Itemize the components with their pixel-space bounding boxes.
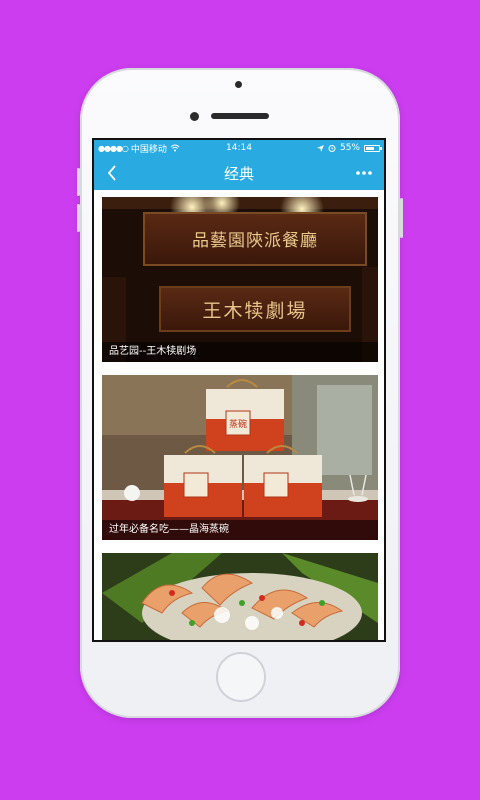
page-title: 经典	[223, 164, 254, 183]
alarm-icon	[328, 145, 336, 152]
article-card-shrimp-dish[interactable]	[102, 553, 378, 640]
gift-box-image: 蒸碗	[102, 375, 378, 540]
more-dots-icon	[356, 171, 372, 175]
card-caption: 品艺园--王木犊剧场	[102, 342, 378, 362]
location-arrow-icon	[316, 144, 324, 152]
home-button[interactable]	[216, 652, 266, 702]
earpiece-speaker	[211, 113, 269, 119]
battery-icon	[364, 144, 382, 152]
article-card-steamed-bowl[interactable]: 蒸碗 过年必备名吃——晶海蒸碗	[102, 375, 378, 540]
shrimp-dish-image	[102, 553, 378, 640]
article-card-theatre[interactable]: 品藝園陝派餐廳 王木犊劇場 品艺园--王木犊剧场	[102, 197, 378, 362]
chevron-left-icon	[107, 165, 116, 181]
card-caption: 过年必备名吃——晶海蒸碗	[102, 520, 378, 540]
volume-up-button	[77, 168, 80, 196]
app-screen: ●●●●○ 中国移动 14:14 55% 经典 品藝園陝派餐廳 王木犊劇場 品艺…	[92, 138, 386, 642]
battery-percent: 55%	[339, 143, 360, 153]
signboard-top-text: 品藝園陝派餐廳	[192, 231, 318, 251]
card-list: 品藝園陝派餐廳 王木犊劇場 品艺园--王木犊剧场 蒸碗 过年必备名吃——晶海蒸碗	[94, 190, 384, 640]
theatre-signboard-image: 品藝園陝派餐廳 王木犊劇場	[102, 197, 378, 362]
status-bar: ●●●●○ 中国移动 14:14 55%	[94, 140, 384, 156]
navigation-bar: 经典	[94, 156, 384, 190]
more-button[interactable]	[344, 156, 384, 190]
volume-down-button	[77, 204, 80, 232]
box-label-text: 蒸碗	[229, 418, 247, 430]
back-button[interactable]	[94, 156, 130, 190]
front-camera	[190, 112, 199, 121]
sensor-dot	[235, 81, 242, 88]
signboard-bottom-text: 王木犊劇場	[202, 300, 307, 322]
power-button	[400, 198, 403, 238]
